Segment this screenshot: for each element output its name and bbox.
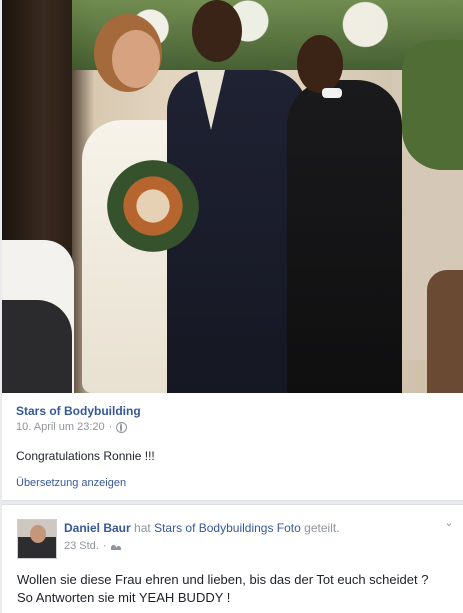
photo-guest-left bbox=[2, 300, 72, 393]
share-headline: Daniel Baur hat Stars of Bodybuildings F… bbox=[64, 521, 340, 535]
photo-collar bbox=[322, 88, 342, 98]
share-text: Wollen sie diese Frau ehren und lieben, … bbox=[17, 571, 457, 607]
translate-link[interactable]: Übersetzung anzeigen bbox=[16, 477, 126, 489]
share-meta: 23 Std. · bbox=[64, 540, 121, 552]
photo-groom-head bbox=[192, 0, 242, 62]
shared-suffix[interactable]: s Foto bbox=[267, 521, 300, 535]
meta-separator: · bbox=[108, 421, 113, 433]
share-card: Daniel Baur hat Stars of Bodybuildings F… bbox=[2, 504, 463, 613]
photo-bouquet bbox=[107, 160, 199, 252]
page-name-link[interactable]: Stars of Bodybuilding bbox=[16, 404, 141, 418]
share-timestamp[interactable]: 23 Std. bbox=[64, 540, 99, 552]
share-text-line-1: Wollen sie diese Frau ehren und lieben, … bbox=[17, 572, 429, 587]
friends-icon[interactable] bbox=[110, 542, 121, 550]
share-text-line-2: So Antworten sie mit YEAH BUDDY ! bbox=[17, 590, 231, 605]
post-photo[interactable] bbox=[2, 0, 463, 393]
shared-page-link[interactable]: Stars of Bodybuilding bbox=[154, 521, 267, 535]
post-card: Stars of Bodybuilding 10. April um 23:20… bbox=[2, 393, 463, 501]
post-timestamp[interactable]: 10. April um 23:20 bbox=[16, 421, 105, 433]
chevron-down-icon[interactable]: ⌄ bbox=[443, 517, 455, 529]
photo-guest-right bbox=[427, 270, 463, 393]
photo-officiant bbox=[287, 80, 402, 393]
share-action: geteilt. bbox=[304, 521, 340, 535]
actor-name-link[interactable]: Daniel Baur bbox=[64, 521, 131, 535]
post-meta: 10. April um 23:20 · bbox=[16, 421, 128, 433]
globe-icon[interactable] bbox=[116, 421, 128, 433]
avatar-face bbox=[30, 525, 46, 543]
photo-officiant-head bbox=[297, 35, 343, 93]
photo-greenery bbox=[402, 40, 463, 170]
post-text: Congratulations Ronnie !!! bbox=[16, 449, 155, 463]
share-verb: hat bbox=[134, 521, 151, 535]
share-meta-separator: · bbox=[102, 540, 107, 552]
avatar[interactable] bbox=[17, 519, 57, 559]
photo-bride-head bbox=[112, 30, 160, 88]
